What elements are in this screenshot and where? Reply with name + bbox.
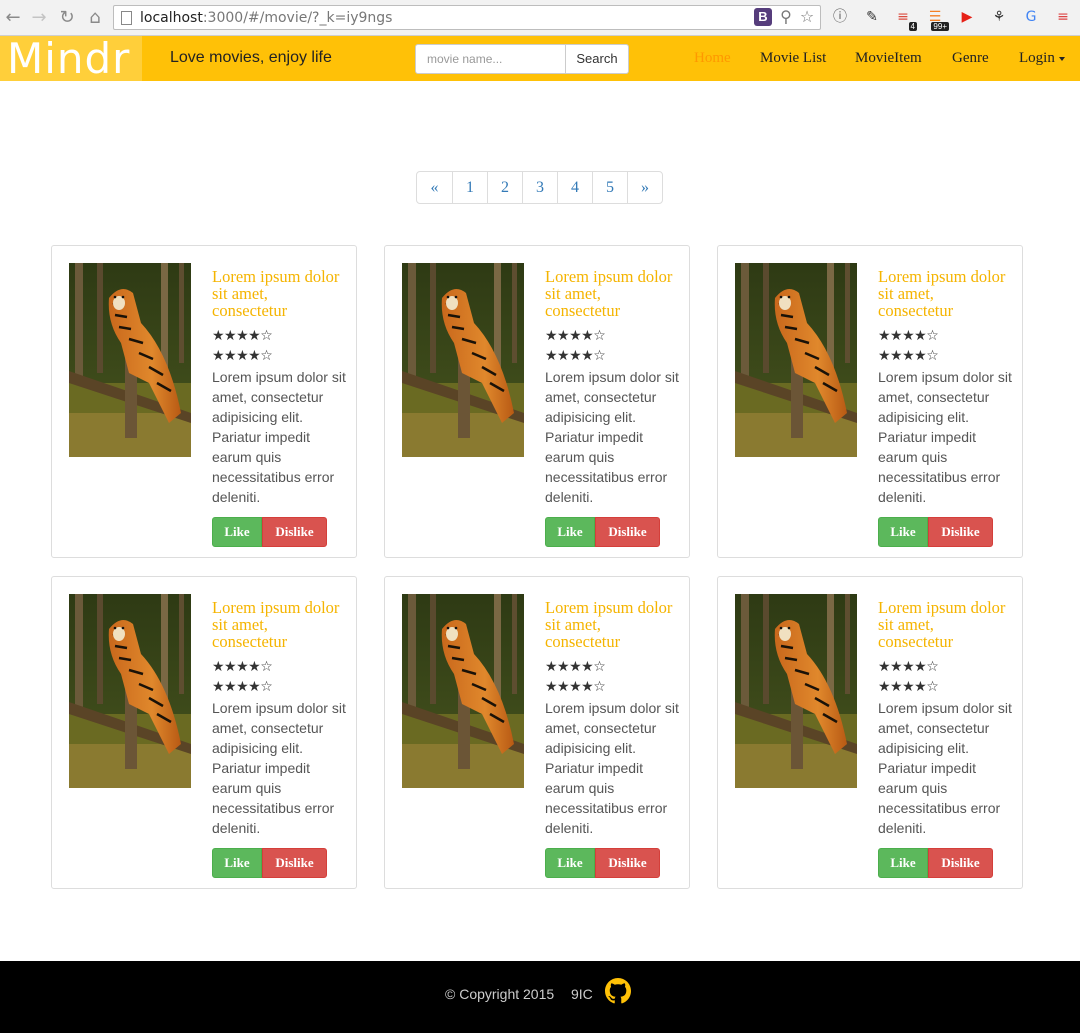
address-bar[interactable]: localhost:3000/#/movie/?_k=iy9ngs B ⚲ ☆ bbox=[113, 5, 821, 30]
movie-card: Lorem ipsum dolor sit amet, consectetur … bbox=[384, 576, 690, 889]
rating-stars-primary: ★★★★☆ bbox=[212, 328, 273, 344]
movie-card: Lorem ipsum dolor sit amet, consectetur … bbox=[717, 576, 1023, 889]
movie-title[interactable]: Lorem ipsum dolor sit amet, consectetur bbox=[545, 599, 675, 650]
pagination: « 1 2 3 4 5 » bbox=[416, 171, 663, 204]
brand-logo[interactable]: Mindr bbox=[0, 34, 142, 83]
zoom-icon[interactable]: ⚲ bbox=[776, 7, 796, 27]
site-navbar: Mindr Love movies, enjoy life Search Hom… bbox=[0, 34, 1080, 83]
pagination-prev[interactable]: « bbox=[417, 172, 452, 203]
url-text[interactable]: localhost:3000/#/movie/?_k=iy9ngs bbox=[140, 10, 392, 26]
movie-poster-image[interactable] bbox=[69, 594, 191, 788]
todoist-icon[interactable]: ≡ 4 bbox=[893, 7, 917, 31]
rating-stars-primary: ★★★★☆ bbox=[212, 659, 273, 675]
rating-stars-secondary[interactable]: ★★★★☆ bbox=[878, 679, 939, 695]
bootstrap-extension-icon[interactable]: B bbox=[754, 8, 772, 26]
movie-poster-image[interactable] bbox=[69, 263, 191, 457]
movie-title[interactable]: Lorem ipsum dolor sit amet, consectetur bbox=[212, 599, 342, 650]
rating-stars-secondary[interactable]: ★★★★☆ bbox=[212, 348, 273, 364]
rating-stars-secondary[interactable]: ★★★★☆ bbox=[545, 679, 606, 695]
back-arrow-icon[interactable]: ← bbox=[2, 7, 24, 29]
rating-stars-primary: ★★★★☆ bbox=[545, 659, 606, 675]
movie-title[interactable]: Lorem ipsum dolor sit amet, consectetur bbox=[212, 268, 342, 319]
evernote-icon[interactable]: ✎ bbox=[862, 7, 882, 27]
dislike-button[interactable]: Dislike bbox=[262, 517, 327, 547]
pagination-page-4[interactable]: 4 bbox=[557, 172, 592, 203]
todoist-badge: 4 bbox=[908, 22, 917, 31]
url-path: :3000/#/movie/?_k=iy9ngs bbox=[202, 10, 393, 26]
pagination-page-2[interactable]: 2 bbox=[487, 172, 522, 203]
dislike-button[interactable]: Dislike bbox=[595, 517, 660, 547]
movie-title[interactable]: Lorem ipsum dolor sit amet, consectetur bbox=[878, 268, 1008, 319]
copyright-text: © Copyright 2015 bbox=[445, 986, 555, 1002]
tagline: Love movies, enjoy life bbox=[170, 49, 332, 66]
movie-description: Lorem ipsum dolor sit amet, consectetur … bbox=[545, 700, 679, 836]
dislike-button[interactable]: Dislike bbox=[262, 848, 327, 878]
translate-icon[interactable]: G bbox=[1021, 7, 1041, 27]
movie-poster-image[interactable] bbox=[402, 594, 524, 788]
like-button[interactable]: Like bbox=[212, 517, 262, 547]
rating-stars-secondary[interactable]: ★★★★☆ bbox=[878, 348, 939, 364]
youtube-icon[interactable]: ▶ bbox=[957, 7, 977, 27]
caret-down-icon bbox=[1058, 56, 1065, 61]
movie-title[interactable]: Lorem ipsum dolor sit amet, consectetur bbox=[878, 599, 1008, 650]
movie-description: Lorem ipsum dolor sit amet, consectetur … bbox=[545, 369, 679, 505]
forward-arrow-icon[interactable]: → bbox=[28, 7, 50, 29]
rating-stars-secondary[interactable]: ★★★★☆ bbox=[545, 348, 606, 364]
home-icon[interactable]: ⌂ bbox=[84, 7, 106, 29]
search-button[interactable]: Search bbox=[566, 44, 629, 74]
pagination-page-5[interactable]: 5 bbox=[592, 172, 627, 203]
movie-search-input[interactable] bbox=[415, 44, 566, 74]
page-icon bbox=[121, 11, 132, 25]
movie-description: Lorem ipsum dolor sit amet, consectetur … bbox=[212, 700, 346, 836]
dislike-button[interactable]: Dislike bbox=[595, 848, 660, 878]
brand-text: Mindr bbox=[7, 34, 131, 83]
like-button[interactable]: Like bbox=[212, 848, 262, 878]
nav-link-movieitem[interactable]: MovieItem bbox=[855, 50, 922, 67]
like-button[interactable]: Like bbox=[545, 848, 595, 878]
like-button[interactable]: Like bbox=[545, 517, 595, 547]
stackoverflow-badge: 99+ bbox=[931, 22, 949, 31]
rating-stars-primary: ★★★★☆ bbox=[878, 328, 939, 344]
pagination-page-3[interactable]: 3 bbox=[522, 172, 557, 203]
login-label: Login bbox=[1019, 50, 1055, 66]
movie-title[interactable]: Lorem ipsum dolor sit amet, consectetur bbox=[545, 268, 675, 319]
info-icon[interactable]: ⓘ bbox=[830, 7, 850, 27]
movie-poster-image[interactable] bbox=[735, 263, 857, 457]
dislike-button[interactable]: Dislike bbox=[928, 517, 993, 547]
movie-poster-image[interactable] bbox=[402, 263, 524, 457]
reload-icon[interactable]: ↻ bbox=[56, 7, 78, 29]
movie-description: Lorem ipsum dolor sit amet, consectetur … bbox=[212, 369, 346, 505]
menu-icon[interactable]: ≡ bbox=[1053, 7, 1073, 27]
movie-card: Lorem ipsum dolor sit amet, consectetur … bbox=[384, 245, 690, 558]
movie-card: Lorem ipsum dolor sit amet, consectetur … bbox=[51, 576, 357, 889]
movie-card: Lorem ipsum dolor sit amet, consectetur … bbox=[717, 245, 1023, 558]
rating-stars-primary: ★★★★☆ bbox=[545, 328, 606, 344]
rating-stars-secondary[interactable]: ★★★★☆ bbox=[212, 679, 273, 695]
movie-description: Lorem ipsum dolor sit amet, consectetur … bbox=[878, 369, 1012, 505]
tower-icon[interactable]: ⚘ bbox=[989, 7, 1009, 27]
github-icon[interactable] bbox=[605, 978, 631, 1004]
nav-dropdown-login[interactable]: Login bbox=[1019, 50, 1065, 67]
url-host: localhost bbox=[140, 10, 203, 26]
movie-poster-image[interactable] bbox=[735, 594, 857, 788]
footer: © Copyright 2015 9IC bbox=[0, 961, 1080, 1033]
like-button[interactable]: Like bbox=[878, 517, 928, 547]
movie-description: Lorem ipsum dolor sit amet, consectetur … bbox=[878, 700, 1012, 836]
bookmark-star-icon[interactable]: ☆ bbox=[797, 7, 817, 27]
nav-link-genre[interactable]: Genre bbox=[952, 50, 989, 67]
browser-toolbar: ← → ↻ ⌂ localhost:3000/#/movie/?_k=iy9ng… bbox=[0, 0, 1080, 36]
nav-link-movie-list[interactable]: Movie List bbox=[760, 50, 826, 67]
like-button[interactable]: Like bbox=[878, 848, 928, 878]
rating-stars-primary: ★★★★☆ bbox=[878, 659, 939, 675]
stackoverflow-icon[interactable]: ☰ 99+ bbox=[925, 7, 949, 31]
movie-card: Lorem ipsum dolor sit amet, consectetur … bbox=[51, 245, 357, 558]
nav-link-home[interactable]: Home bbox=[694, 50, 731, 67]
pagination-page-1[interactable]: 1 bbox=[452, 172, 487, 203]
org-link[interactable]: 9IC bbox=[571, 986, 593, 1002]
dislike-button[interactable]: Dislike bbox=[928, 848, 993, 878]
pagination-next[interactable]: » bbox=[627, 172, 662, 203]
